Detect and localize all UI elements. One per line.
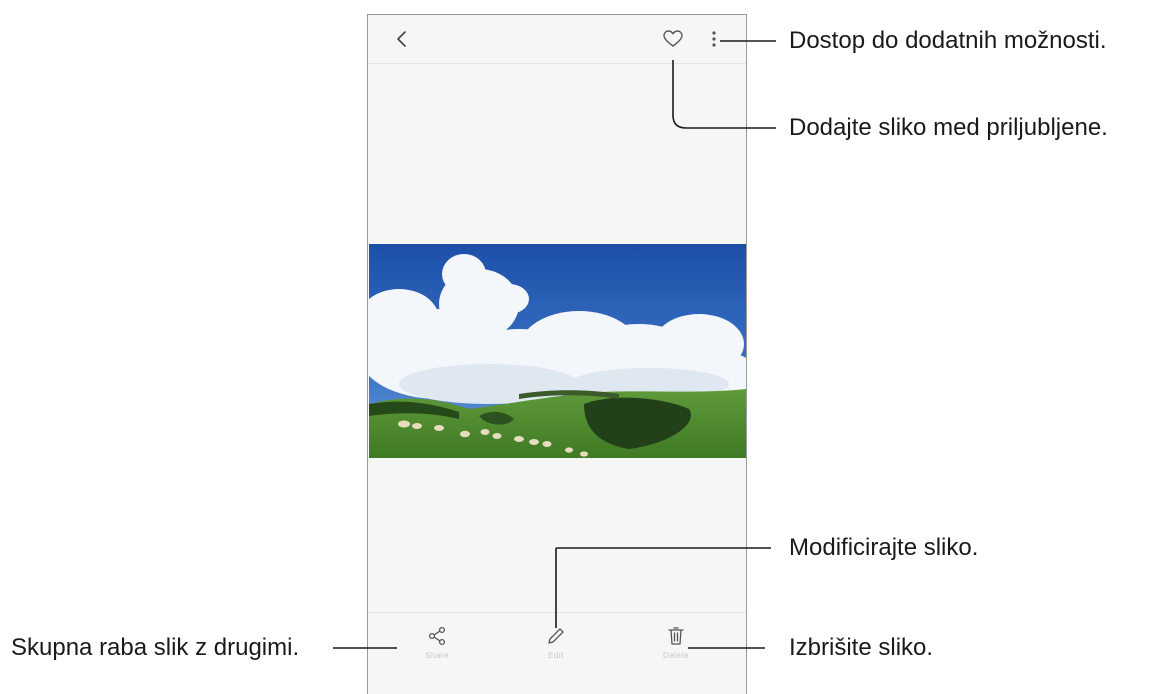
- phone-screen: Share Edit Delete: [367, 14, 747, 694]
- more-options-button[interactable]: [706, 27, 722, 51]
- top-toolbar: [368, 15, 746, 64]
- callout-more-options: Dostop do dodatnih možnosti.: [789, 27, 1107, 54]
- delete-button[interactable]: Delete: [646, 625, 706, 673]
- more-vertical-icon: [712, 31, 716, 47]
- callout-edit: Modificirajte sliko.: [789, 534, 979, 561]
- share-label: Share: [425, 651, 449, 660]
- pencil-icon: [548, 628, 564, 644]
- edit-button[interactable]: Edit: [526, 625, 586, 673]
- bottom-toolbar: Share Edit Delete: [368, 612, 746, 683]
- callout-favorite: Dodajte sliko med priljubljene.: [789, 114, 1108, 141]
- callout-delete: Izbrišite sliko.: [789, 634, 934, 661]
- landscape-photo: [369, 244, 746, 458]
- edit-label: Edit: [548, 651, 564, 660]
- favorite-button[interactable]: [662, 28, 684, 50]
- delete-label: Delete: [662, 651, 690, 660]
- share-button[interactable]: Share: [407, 625, 467, 673]
- heart-outline-icon: [663, 30, 683, 47]
- back-button[interactable]: [390, 27, 414, 51]
- chevron-left-icon: [397, 31, 406, 47]
- photo-viewer-image[interactable]: [369, 244, 746, 458]
- trash-icon: [668, 627, 684, 645]
- callout-share: Skupna raba slik z drugimi.: [11, 634, 300, 661]
- share-icon: [428, 626, 446, 646]
